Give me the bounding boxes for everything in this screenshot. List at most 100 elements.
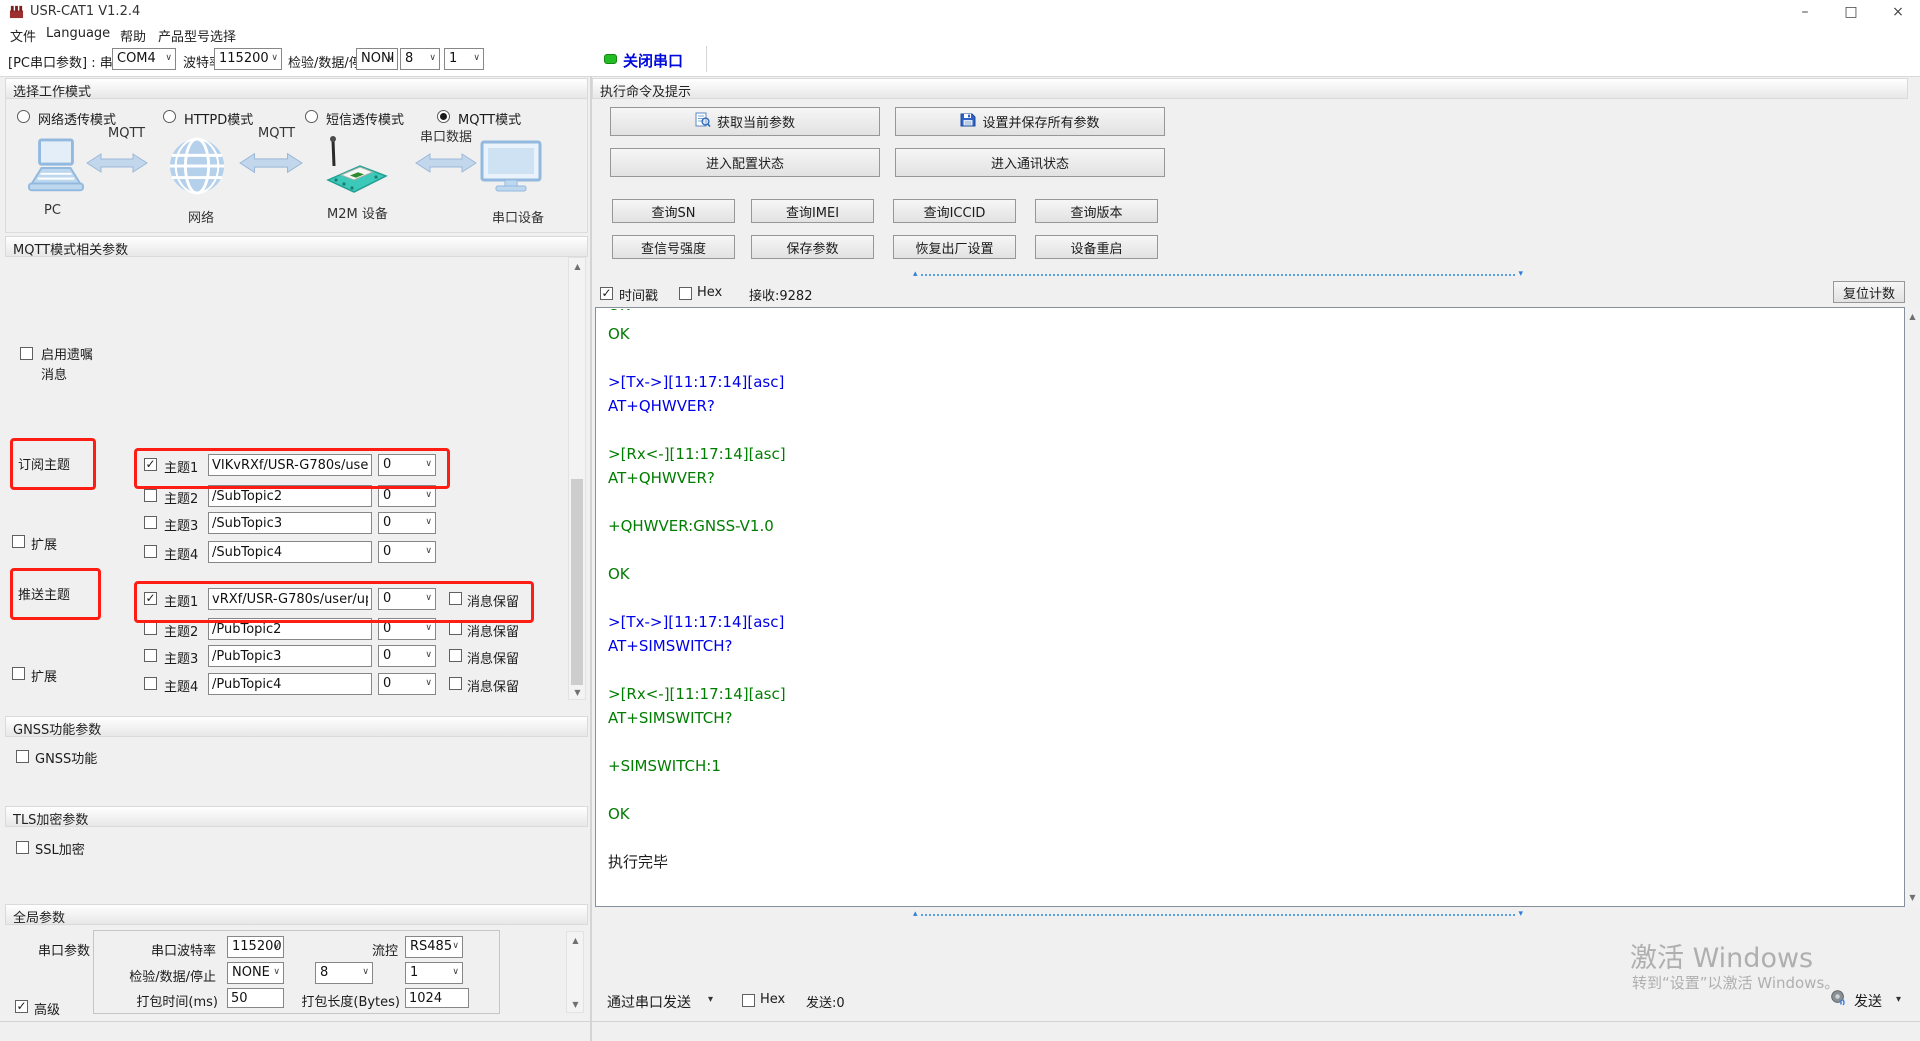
maximize-button[interactable]: □ (1830, 0, 1872, 25)
menu-help[interactable]: 帮助 (120, 26, 146, 45)
menu-file[interactable]: 文件 (10, 26, 36, 45)
query-iccid-button[interactable]: 查询ICCID (893, 199, 1016, 223)
baud-select[interactable]: 115200 ∨ (214, 48, 282, 70)
parity-select[interactable]: NONI ∨ (356, 48, 398, 70)
menu-language[interactable]: Language (46, 26, 110, 41)
log-line (608, 586, 786, 610)
save-params-button[interactable]: 保存参数 (751, 235, 874, 259)
global-baud-label: 串口波特率 (120, 940, 216, 959)
pub-topic4-qos-select[interactable]: 0 ∨ (378, 673, 436, 695)
scroll-up-icon[interactable]: ▲ (567, 933, 584, 948)
gnss-checkbox[interactable] (16, 750, 29, 763)
pub-topic1-checkbox[interactable]: ✓ (144, 592, 157, 605)
close-button[interactable]: × (1877, 0, 1919, 25)
query-imei-button[interactable]: 查询IMEI (751, 199, 874, 223)
databits-select[interactable]: 8 ∨ (400, 48, 440, 70)
global-parity-select[interactable]: NONE ∨ (227, 962, 284, 984)
flow-control-select[interactable]: RS485 ∨ (405, 936, 463, 958)
pack-length-input[interactable] (405, 988, 469, 1008)
set-save-params-button[interactable]: 设置并保存所有参数 (895, 107, 1165, 136)
radio-net-transparent[interactable] (17, 110, 30, 123)
subscribe-expand-checkbox[interactable] (12, 535, 25, 548)
minimize-button[interactable]: – (1784, 0, 1826, 25)
pub-topic4-input[interactable] (208, 673, 372, 695)
log-splitter-top[interactable]: ▴ ▾ (913, 269, 1523, 280)
pub-topic1-qos-select[interactable]: 0 ∨ (378, 588, 436, 610)
log-splitter-bottom[interactable]: ▴ ▾ (913, 909, 1523, 920)
log-output[interactable]: OK OK >[Tx->][11:17:14][asc]AT+QHWVER? >… (595, 307, 1905, 907)
pub-topic3-retain-checkbox[interactable] (449, 649, 462, 662)
sub-topic2-checkbox[interactable] (144, 489, 157, 502)
send-via-serial-label: 通过串口发送 (607, 992, 691, 1012)
sub-topic4-checkbox[interactable] (144, 545, 157, 558)
sub-topic1-checkbox[interactable]: ✓ (144, 458, 157, 471)
sub-topic3-checkbox[interactable] (144, 516, 157, 529)
sub-topic4-qos-select[interactable]: 0 ∨ (378, 541, 436, 563)
global-baud-select[interactable]: 115200 ∨ (227, 936, 284, 958)
timestamp-checkbox[interactable]: ✓ (600, 287, 613, 300)
scrollbar-thumb[interactable] (571, 479, 583, 685)
sub-topic3-qos-select[interactable]: 0 ∨ (378, 512, 436, 534)
pack-time-input[interactable] (227, 988, 284, 1008)
sub-topic2-qos-select[interactable]: 0 ∨ (378, 485, 436, 507)
query-imei-label: 查询IMEI (786, 202, 839, 221)
scroll-up-icon[interactable]: ▲ (569, 259, 586, 274)
send-button[interactable]: 发送 ▾ (1828, 986, 1913, 1012)
ssl-checkbox[interactable] (16, 841, 29, 854)
mqtt-params-title: MQTT模式相关参数 (13, 243, 128, 258)
pub-topic2-retain-checkbox[interactable] (449, 622, 462, 635)
scroll-up-icon[interactable]: ▲ (1904, 309, 1920, 324)
pub-topic1-retain-checkbox[interactable] (449, 592, 462, 605)
advanced-checkbox[interactable]: ✓ (15, 1000, 28, 1013)
will-message-checkbox[interactable] (20, 347, 33, 360)
sub-topic4-input[interactable] (208, 541, 372, 563)
recv-hex-checkbox[interactable] (679, 287, 692, 300)
radio-sms-transparent[interactable] (305, 110, 318, 123)
sub-topic3-input[interactable] (208, 512, 372, 534)
pub-topic2-qos-select[interactable]: 0 ∨ (378, 618, 436, 640)
mqtt-panel-scrollbar[interactable]: ▲ ▼ (568, 257, 586, 700)
close-serial-button[interactable]: 关闭串口 (598, 44, 698, 74)
device-restart-button[interactable]: 设备重启 (1035, 235, 1158, 259)
log-scrollbar[interactable]: ▲ ▼ (1905, 307, 1920, 907)
factory-reset-button[interactable]: 恢复出厂设置 (893, 235, 1016, 259)
scroll-down-icon[interactable]: ▼ (567, 997, 584, 1012)
global-stopbits-select[interactable]: 1 ∨ (405, 962, 463, 984)
global-panel-scrollbar[interactable]: ▲ ▼ (566, 931, 584, 1013)
pub-topic4-retain-checkbox[interactable] (449, 677, 462, 690)
pub-topic3-qos-select[interactable]: 0 ∨ (378, 645, 436, 667)
com-port-select[interactable]: COM4 ∨ (112, 48, 176, 70)
get-params-button[interactable]: 获取当前参数 (610, 107, 880, 136)
sub-topic1-input[interactable] (208, 454, 372, 476)
publish-expand-checkbox[interactable] (12, 667, 25, 680)
activate-windows-line1: 激活 Windows (1630, 936, 1813, 975)
pub-topic2-checkbox[interactable] (144, 622, 157, 635)
scroll-down-icon[interactable]: ▼ (1904, 890, 1920, 905)
dropdown-arrow-icon: ▾ (1896, 994, 1901, 1005)
radio-httpd[interactable] (163, 110, 176, 123)
pub-topic4-checkbox[interactable] (144, 677, 157, 690)
query-version-button[interactable]: 查询版本 (1035, 199, 1158, 223)
title-bar: USR-CAT1 V1.2.4 – □ × (0, 0, 1920, 24)
send-hex-label: Hex (760, 992, 785, 1007)
sub-topic2-input[interactable] (208, 485, 372, 507)
sub-topic1-qos-select[interactable]: 0 ∨ (378, 454, 436, 476)
chevron-down-icon: ∨ (425, 678, 432, 688)
radio-mqtt[interactable] (437, 110, 450, 123)
stopbits-select[interactable]: 1 ∨ (444, 48, 484, 70)
scroll-down-icon[interactable]: ▼ (569, 685, 586, 700)
query-sn-button[interactable]: 查询SN (612, 199, 735, 223)
enter-config-button[interactable]: 进入配置状态 (610, 148, 880, 177)
pub-topic3-input[interactable] (208, 645, 372, 667)
pub-topic1-input[interactable] (208, 588, 372, 610)
global-databits-select[interactable]: 8 ∨ (315, 962, 373, 984)
log-line: AT+QHWVER? (608, 466, 786, 490)
send-hex-checkbox[interactable] (742, 994, 755, 1007)
menu-product-model[interactable]: 产品型号选择 (158, 26, 236, 45)
global-parity-value: NONE (232, 965, 270, 980)
pub-topic3-checkbox[interactable] (144, 649, 157, 662)
reset-count-button[interactable]: 复位计数 (1833, 281, 1905, 303)
enter-comm-button[interactable]: 进入通讯状态 (895, 148, 1165, 177)
pub-topic2-input[interactable] (208, 618, 372, 640)
query-signal-button[interactable]: 查信号强度 (612, 235, 735, 259)
